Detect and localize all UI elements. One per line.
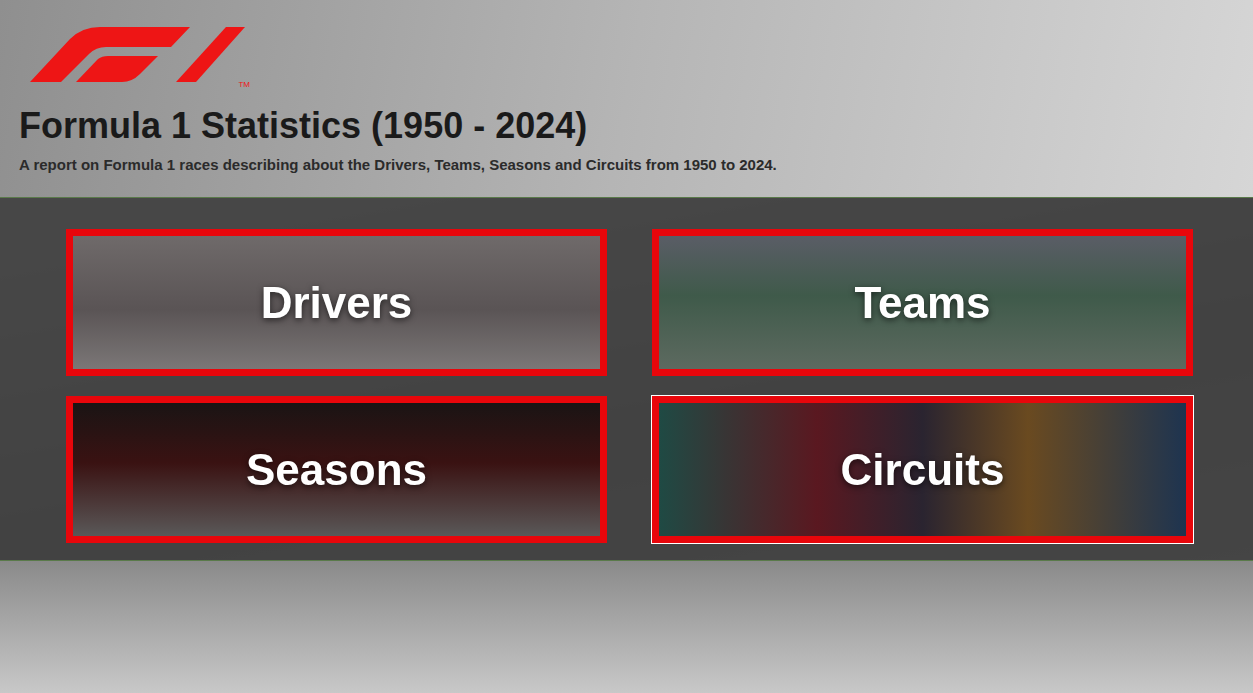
footer-background xyxy=(0,561,1253,693)
nav-card[interactable]: Circuits xyxy=(652,396,1193,543)
card-grid: Drivers Teams Seasons Circuits xyxy=(66,229,1193,543)
card-label: Teams xyxy=(854,275,990,330)
f1-logo-icon xyxy=(30,27,245,82)
nav-card[interactable]: Teams xyxy=(652,229,1193,376)
card-label: Seasons xyxy=(246,442,427,497)
card-label: Circuits xyxy=(841,442,1005,497)
nav-card[interactable]: Seasons xyxy=(66,396,607,543)
trademark: TM xyxy=(238,81,250,89)
navigation-band: Drivers Teams Seasons Circuits xyxy=(0,197,1253,561)
f1-logo: TM xyxy=(30,27,252,89)
report-title: Formula 1 Statistics (1950 - 2024) xyxy=(19,103,1253,148)
nav-card[interactable]: Drivers xyxy=(66,229,607,376)
header: TM Formula 1 Statistics (1950 - 2024) A re… xyxy=(0,0,1253,197)
card-label: Drivers xyxy=(261,275,413,330)
report-subtitle: A report on Formula 1 races describing a… xyxy=(19,156,1253,175)
report-page: TM Formula 1 Statistics (1950 - 2024) A re… xyxy=(0,0,1253,693)
